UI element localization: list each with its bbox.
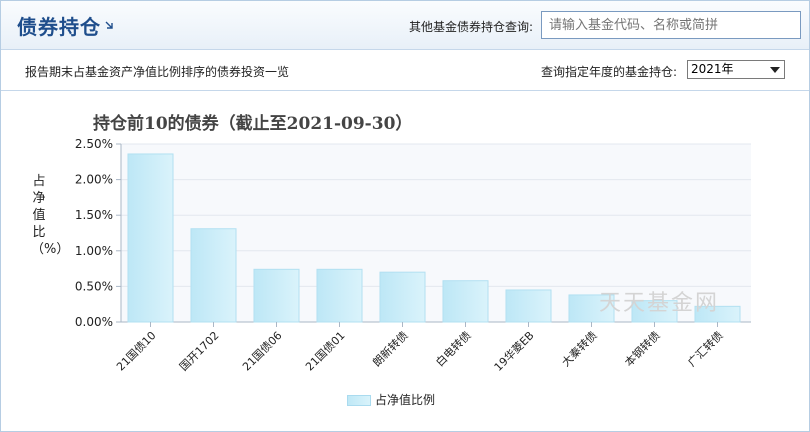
x-tick-label: 21国债01 bbox=[302, 328, 347, 373]
bar bbox=[127, 153, 174, 323]
y-tick-label: 0.00% bbox=[75, 315, 113, 329]
x-tick-label: 21国债10 bbox=[113, 328, 158, 373]
legend-swatch bbox=[347, 395, 371, 406]
chart-legend[interactable]: 占净值比例 bbox=[347, 391, 435, 408]
x-tick-label: 19华菱EB bbox=[491, 328, 537, 374]
watermark-logo: 天天基金网 bbox=[599, 291, 720, 316]
x-tick-label: 白电转债 bbox=[433, 328, 474, 369]
bar bbox=[316, 268, 363, 323]
bond-holdings-panel: 债券持仓 其他基金债券持仓查询: 报告期末占基金资产净值比例排序的债券投资一览 … bbox=[0, 0, 810, 432]
bar-chart: 0.00% 0.50% 1.00% 1.50% 2.00% 2.50% 21国债10 国开17… bbox=[75, 137, 751, 374]
x-tick-label: 本钢转债 bbox=[622, 328, 663, 369]
bar bbox=[253, 268, 300, 323]
y-tick-label: 2.50% bbox=[75, 137, 113, 151]
bar bbox=[190, 228, 237, 323]
y-tick-label: 0.50% bbox=[75, 279, 113, 293]
bar bbox=[379, 271, 426, 323]
x-tick-label: 21国债06 bbox=[239, 328, 284, 373]
y-tick-label: 2.00% bbox=[75, 173, 113, 187]
x-tick-label: 朗新转债 bbox=[370, 328, 411, 369]
x-tick-label: 广汇转债 bbox=[685, 328, 726, 369]
bar bbox=[505, 289, 552, 323]
x-tick-label: 国开1702 bbox=[177, 329, 222, 374]
x-tick-label: 大秦转债 bbox=[559, 328, 600, 369]
bar bbox=[442, 280, 489, 323]
legend-label: 占净值比例 bbox=[375, 393, 436, 407]
y-tick-label: 1.00% bbox=[75, 244, 113, 258]
y-tick-label: 1.50% bbox=[75, 208, 113, 222]
